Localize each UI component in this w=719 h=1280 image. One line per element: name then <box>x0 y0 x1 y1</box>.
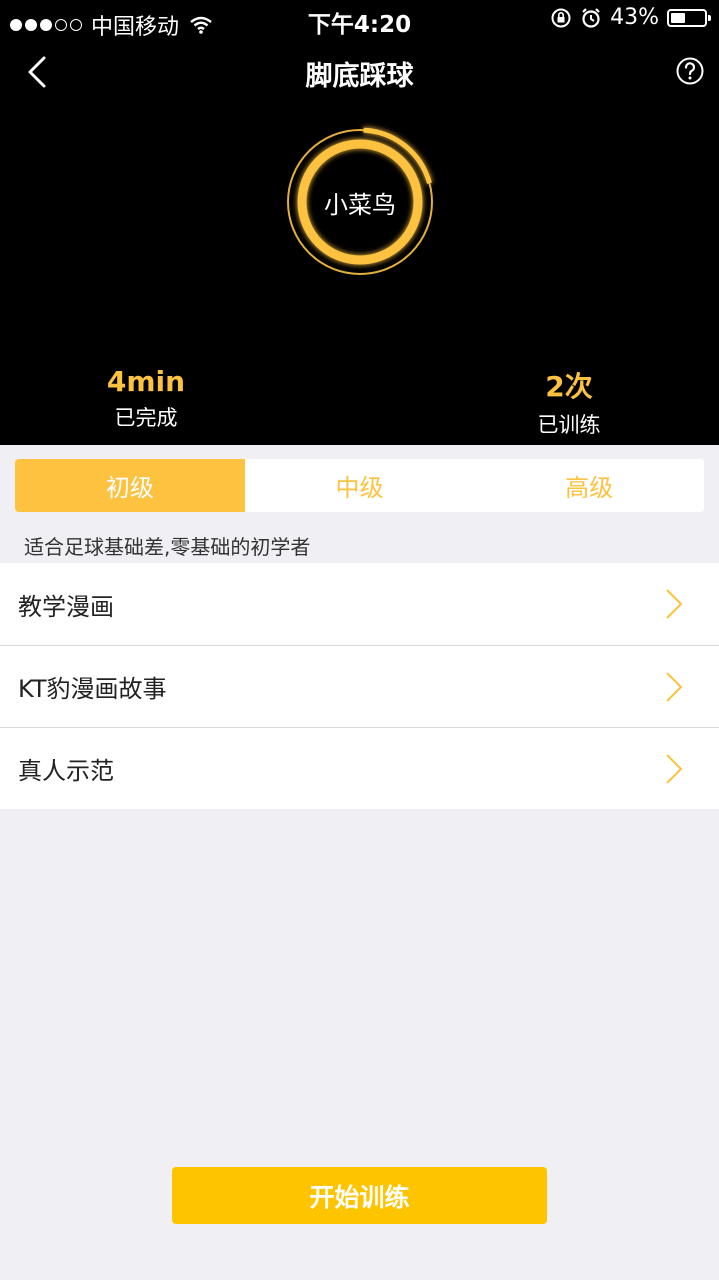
stat-trained: 2次 已训练 <box>469 365 669 439</box>
level-name: 小菜鸟 <box>324 190 396 219</box>
battery-level <box>671 12 685 23</box>
page: 中国移动 下午4:20 43% 脚底踩球 小菜鸟 4min 已完成 2次 已训练… <box>0 0 719 1280</box>
level-tabs: 初级 中级 高级 <box>15 459 704 512</box>
list-item-label: 教学漫画 <box>18 592 114 621</box>
nav-bar: 脚底踩球 <box>0 40 719 104</box>
chevron-right-icon <box>666 671 683 702</box>
question-circle-icon <box>676 57 704 85</box>
alarm-icon <box>582 7 600 28</box>
completed-value: 4min <box>106 365 186 398</box>
level-description: 适合足球基础差,零基础的初学者 <box>24 535 311 559</box>
help-button[interactable] <box>675 56 705 86</box>
list-item-label: KT豹漫画故事 <box>18 675 167 703</box>
status-right: 43% <box>550 5 711 30</box>
list-item-kt-comic-story[interactable]: KT豹漫画故事 <box>0 645 719 727</box>
tab-intermediate[interactable]: 中级 <box>245 459 475 512</box>
stat-completed: 4min 已完成 <box>46 365 246 432</box>
completed-label: 已完成 <box>114 406 178 430</box>
battery-percent: 43% <box>610 5 659 30</box>
content-list: 教学漫画 KT豹漫画故事 真人示范 <box>0 563 719 809</box>
rotation-lock-icon <box>551 8 571 27</box>
list-item-teaching-comic[interactable]: 教学漫画 <box>0 563 719 645</box>
level-ring: 小菜鸟 <box>280 122 440 282</box>
chevron-right-icon <box>666 589 683 619</box>
trained-label: 已训练 <box>537 413 601 437</box>
status-bar: 中国移动 下午4:20 43% <box>0 0 719 40</box>
list-item-live-demo[interactable]: 真人示范 <box>0 727 719 809</box>
trained-value: 2次 <box>545 370 593 403</box>
list-item-label: 真人示范 <box>18 757 114 785</box>
tab-beginner[interactable]: 初级 <box>15 459 245 512</box>
chevron-right-icon <box>666 753 683 784</box>
start-training-button[interactable]: 开始训练 <box>172 1167 547 1224</box>
page-title: 脚底踩球 <box>305 61 414 92</box>
tab-advanced[interactable]: 高级 <box>474 459 704 512</box>
battery-icon <box>667 8 711 27</box>
header-panel: 中国移动 下午4:20 43% 脚底踩球 小菜鸟 4min 已完成 2次 已训练 <box>0 0 719 445</box>
